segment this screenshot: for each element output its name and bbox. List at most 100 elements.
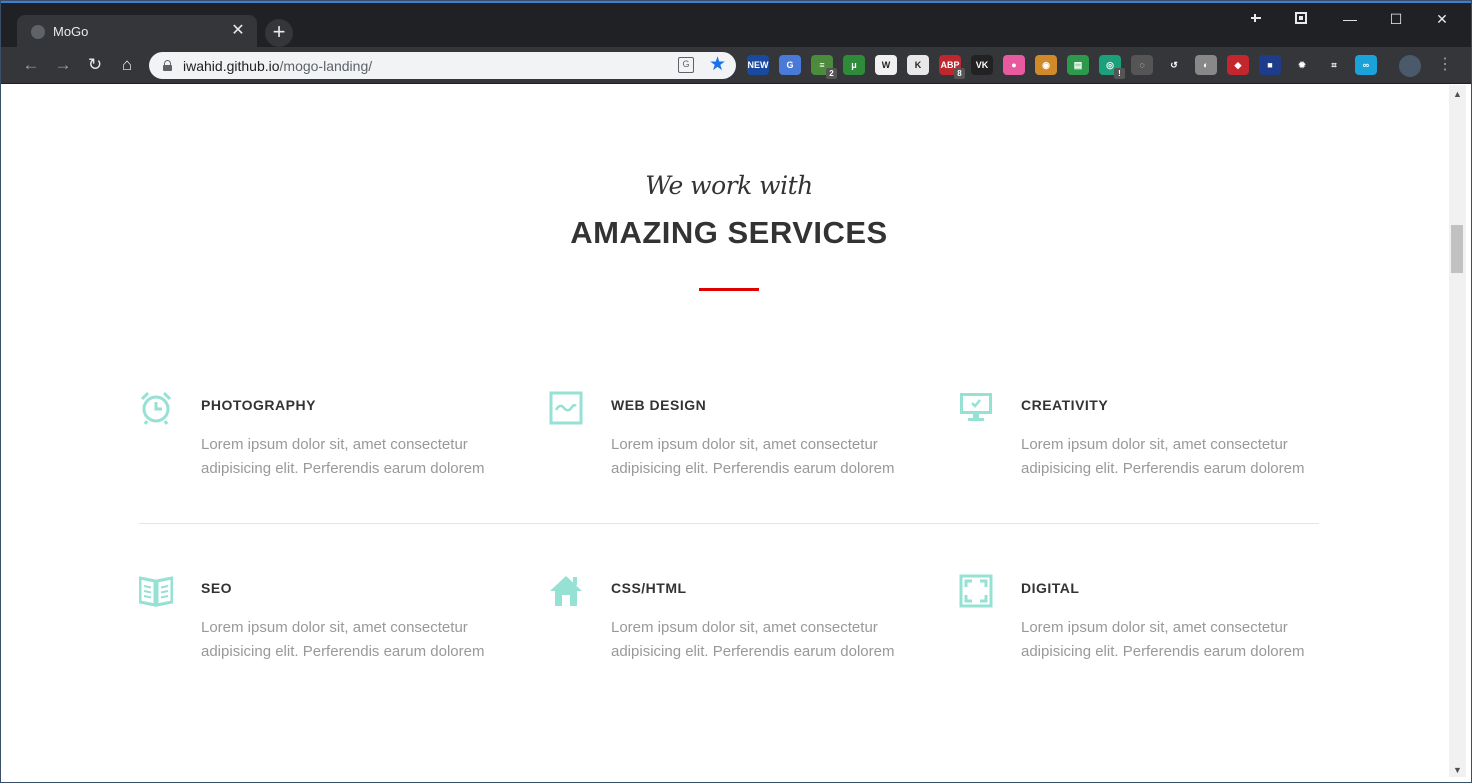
bookmark-star-icon[interactable]: ★ xyxy=(709,54,726,76)
monitor-check-icon xyxy=(960,393,992,421)
circle-ext-icon[interactable]: ◐ xyxy=(1195,55,1217,75)
chart-wave-icon xyxy=(549,391,583,425)
extension-label: ◐ xyxy=(1203,60,1209,70)
pin-icon[interactable] xyxy=(1249,11,1263,25)
service-seo: SEO Lorem ipsum dolor sit, amet consecte… xyxy=(139,574,519,674)
extension-label: ◉ xyxy=(1042,60,1050,70)
color-ext-icon[interactable]: ● xyxy=(1003,55,1025,75)
service-text: Lorem ipsum dolor sit, amet consectetur … xyxy=(1021,619,1305,660)
browser-toolbar: ← → ↻ ⌂ iwahid.github.io/mogo-landing/ G… xyxy=(1,47,1471,84)
profile-avatar[interactable] xyxy=(1399,55,1421,77)
globe-icon xyxy=(31,25,45,39)
tab-mogo[interactable]: MoGo ✕ xyxy=(17,15,257,49)
tab-strip: MoGo ✕ + — ☐ ✕ xyxy=(1,1,1471,49)
extension-label: ↺ xyxy=(1170,60,1178,70)
services-divider xyxy=(139,523,1319,524)
back-button[interactable]: ← xyxy=(19,53,43,77)
extension-label: ▤ xyxy=(1073,60,1083,70)
service-text: Lorem ipsum dolor sit, amet consectetur … xyxy=(201,619,485,660)
abp-ext-icon[interactable]: ABP 8 xyxy=(939,55,965,79)
scroll-thumb[interactable] xyxy=(1451,225,1463,273)
square-ext-icon[interactable]: ■ xyxy=(1259,55,1281,75)
extension-badge: 2 xyxy=(826,68,837,79)
service-title: WEB DESIGN xyxy=(611,397,707,413)
page-viewport: We work with AMAZING SERVICES PHOTOGRAPH… xyxy=(9,85,1449,777)
service-photography: PHOTOGRAPHY Lorem ipsum dolor sit, amet … xyxy=(139,391,519,491)
section-title: AMAZING SERVICES xyxy=(570,215,888,250)
service-digital: DIGITAL Lorem ipsum dolor sit, amet cons… xyxy=(959,574,1339,674)
service-title: CSS/HTML xyxy=(611,580,687,596)
extensions-bar: NEW G ≡ 2 μ W K ABP 8 VK ● ◉ ▤ ◎! ◌ ↺ ◐ ◆ ■ ✹ ⌗ ∞ xyxy=(747,55,1377,79)
alarm-clock-icon xyxy=(140,391,172,425)
title-underline xyxy=(699,288,759,291)
maximize-button[interactable]: ☐ xyxy=(1373,7,1419,31)
home-button[interactable]: ⌂ xyxy=(115,53,139,77)
owl-ext-icon[interactable]: ◉ xyxy=(1035,55,1057,75)
capture-ext-icon[interactable]: ◎! xyxy=(1099,55,1125,79)
wikipedia-ext-icon[interactable]: W xyxy=(875,55,897,75)
notes-ext-icon[interactable]: ≡ 2 xyxy=(811,55,837,79)
extension-badge: 8 xyxy=(954,68,965,79)
fullscreen-frame-icon xyxy=(959,574,993,608)
extension-label: K xyxy=(914,60,922,70)
layers-ext-icon[interactable]: ▤ xyxy=(1067,55,1089,75)
translate-icon[interactable]: G xyxy=(678,57,694,73)
lock-icon xyxy=(163,60,172,71)
service-title: PHOTOGRAPHY xyxy=(201,397,316,413)
angular-ext-icon[interactable]: ◆ xyxy=(1227,55,1249,75)
reload-button[interactable]: ↻ xyxy=(83,53,107,77)
house-icon xyxy=(550,576,582,606)
k-ext-icon[interactable]: K xyxy=(907,55,929,75)
url-path: /mogo-landing/ xyxy=(279,58,373,74)
minimize-button[interactable]: — xyxy=(1327,7,1373,31)
url-domain: iwahid.github.io xyxy=(183,58,280,74)
browser-window: MoGo ✕ + — ☐ ✕ ← → ↻ ⌂ iwahid.github.io/… xyxy=(0,0,1472,783)
forward-button[interactable]: → xyxy=(51,53,75,77)
vk-ext-icon[interactable]: VK xyxy=(971,55,993,75)
infinity-ext-icon[interactable]: ∞ xyxy=(1355,55,1377,75)
section-subtitle: We work with xyxy=(645,171,813,200)
service-title: SEO xyxy=(201,580,233,596)
service-text: Lorem ipsum dolor sit, amet consectetur … xyxy=(1021,436,1305,477)
utorrent-ext-icon[interactable]: μ xyxy=(843,55,865,75)
address-bar[interactable]: iwahid.github.io/mogo-landing/ G ★ xyxy=(149,52,736,79)
extension-label: ◎ xyxy=(1106,60,1114,70)
grid-icon[interactable] xyxy=(1294,11,1308,25)
close-icon[interactable]: ✕ xyxy=(229,22,247,40)
extension-label: G xyxy=(786,60,794,70)
extension-label: ∞ xyxy=(1362,60,1370,70)
extension-label: ⌗ xyxy=(1331,60,1337,70)
google-translate-ext-icon[interactable]: G xyxy=(779,55,801,75)
extension-label: ■ xyxy=(1267,60,1273,70)
extension-label: ✹ xyxy=(1298,60,1306,70)
service-text: Lorem ipsum dolor sit, amet consectetur … xyxy=(611,436,895,477)
url-text[interactable]: iwahid.github.io/mogo-landing/ xyxy=(183,58,372,74)
tab-title: MoGo xyxy=(53,24,89,39)
open-book-icon xyxy=(139,576,173,607)
close-window-button[interactable]: ✕ xyxy=(1419,7,1465,31)
settings-ext-icon[interactable]: ✹ xyxy=(1291,55,1313,75)
extension-label: VK xyxy=(975,60,989,70)
extension-label: ◆ xyxy=(1234,60,1242,70)
extension-label: ◌ xyxy=(1139,60,1145,70)
history-ext-icon[interactable]: ↺ xyxy=(1163,55,1185,75)
menu-icon[interactable]: ⋮ xyxy=(1437,55,1453,75)
extension-label: μ xyxy=(851,60,857,70)
new-tab-button[interactable]: + xyxy=(265,19,293,47)
extension-label: ● xyxy=(1011,60,1017,70)
bulb-ext-icon[interactable]: ◌ xyxy=(1131,55,1153,75)
scroll-up-arrow-icon[interactable]: ▲ xyxy=(1453,89,1462,99)
service-text: Lorem ipsum dolor sit, amet consectetur … xyxy=(201,436,485,477)
crop-ext-icon[interactable]: ⌗ xyxy=(1323,55,1345,75)
service-title: DIGITAL xyxy=(1021,580,1080,596)
service-web-design: WEB DESIGN Lorem ipsum dolor sit, amet c… xyxy=(549,391,929,491)
new-ext-icon[interactable]: NEW xyxy=(747,55,769,75)
service-creativity: CREATIVITY Lorem ipsum dolor sit, amet c… xyxy=(959,391,1339,491)
service-title: CREATIVITY xyxy=(1021,397,1109,413)
scroll-down-arrow-icon[interactable]: ▼ xyxy=(1453,765,1462,775)
extension-label: W xyxy=(881,60,891,70)
service-css-html: CSS/HTML Lorem ipsum dolor sit, amet con… xyxy=(549,574,929,674)
page-scrollbar[interactable]: ▲ ▼ xyxy=(1449,85,1466,777)
extension-label: ≡ xyxy=(819,60,825,70)
service-text: Lorem ipsum dolor sit, amet consectetur … xyxy=(611,619,895,660)
